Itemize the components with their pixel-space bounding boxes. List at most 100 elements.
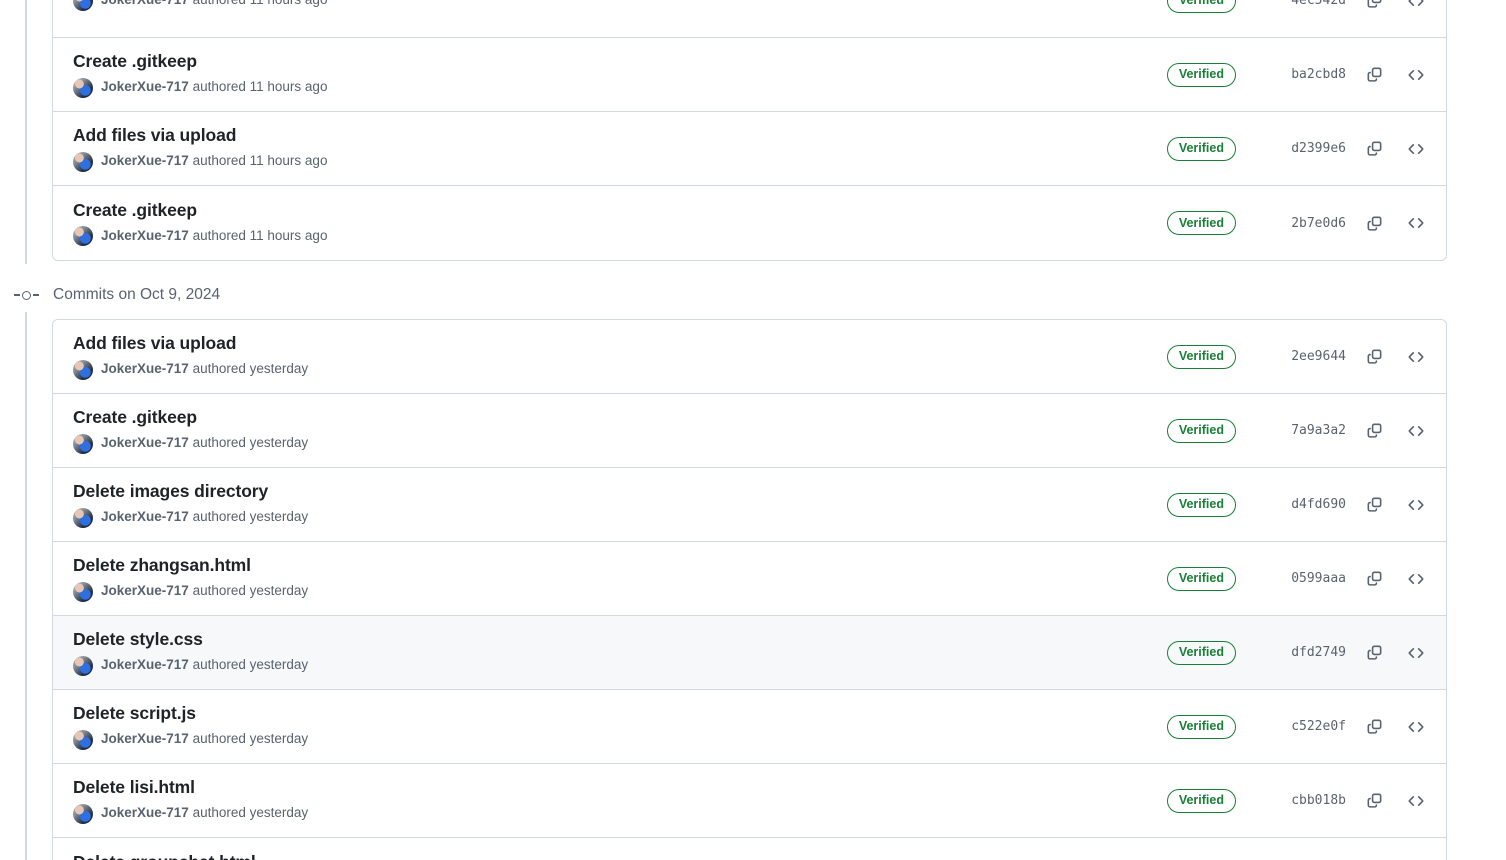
commit-title[interactable]: Create .gitkeep xyxy=(73,407,1167,427)
commit-sha[interactable]: c522e0f xyxy=(1254,719,1346,734)
avatar[interactable] xyxy=(73,655,93,676)
avatar[interactable] xyxy=(73,507,93,528)
copy-icon[interactable] xyxy=(1360,639,1388,667)
commit-main: Create .gitkeep JokerXue-717 authored 11 … xyxy=(73,51,1167,98)
commit-author-link[interactable]: JokerXue-717 xyxy=(101,435,189,450)
verified-badge[interactable]: Verified xyxy=(1166,714,1236,739)
copy-icon[interactable] xyxy=(1360,0,1388,15)
commit-timestamp: yesterday xyxy=(249,583,309,599)
verified-badge[interactable]: Verified xyxy=(1166,62,1236,87)
commit-sha[interactable]: ba2cbd8 xyxy=(1254,67,1346,82)
avatar[interactable] xyxy=(73,359,93,380)
avatar[interactable] xyxy=(73,729,93,750)
verified-badge[interactable]: Verified xyxy=(1166,0,1236,13)
commit-title[interactable]: Delete style.css xyxy=(73,629,1167,649)
code-icon[interactable] xyxy=(1402,491,1430,519)
commit-row[interactable]: Delete zhangsan.html JokerXue-717 authore… xyxy=(53,542,1446,616)
copy-icon[interactable] xyxy=(1360,417,1388,445)
verified-badge[interactable]: Verified xyxy=(1166,566,1236,591)
commit-author-link[interactable]: JokerXue-717 xyxy=(101,509,189,524)
code-icon[interactable] xyxy=(1402,135,1430,163)
commit-meta: JokerXue-717 authored 11 hours ago xyxy=(73,226,1167,247)
copy-icon[interactable] xyxy=(1360,787,1388,815)
commit-author-link[interactable]: JokerXue-717 xyxy=(101,805,189,820)
commit-title[interactable]: Delete script.js xyxy=(73,703,1167,723)
commit-row[interactable]: Delete lisi.html JokerXue-717 authored ye… xyxy=(53,764,1446,838)
commit-row[interactable]: Delete images directory JokerXue-717 auth… xyxy=(53,468,1446,542)
avatar[interactable] xyxy=(73,226,93,247)
code-icon[interactable] xyxy=(1402,787,1430,815)
commit-row[interactable]: Delete groupchat.htmlJokerXue-717 author… xyxy=(53,838,1446,860)
avatar[interactable] xyxy=(73,803,93,824)
commit-actions: Verified 4ec542d xyxy=(1166,0,1430,15)
commit-row[interactable]: JokerXue-717 authored 11 hours ago Verifi… xyxy=(53,0,1446,38)
commit-row[interactable]: Create .gitkeep JokerXue-717 authored 11 … xyxy=(53,38,1446,112)
commit-title[interactable]: Create .gitkeep xyxy=(73,200,1167,220)
commit-sha[interactable]: 0599aaa xyxy=(1254,571,1346,586)
commit-author-link[interactable]: JokerXue-717 xyxy=(101,361,189,376)
copy-icon[interactable] xyxy=(1360,209,1388,237)
commit-title[interactable]: Delete images directory xyxy=(73,481,1167,501)
commit-row[interactable]: Create .gitkeep JokerXue-717 authored yes… xyxy=(53,394,1446,468)
commit-author-link[interactable]: JokerXue-717 xyxy=(101,583,189,598)
commit-row[interactable]: Create .gitkeep JokerXue-717 authored 11 … xyxy=(53,186,1446,260)
commit-sha[interactable]: 4ec542d xyxy=(1254,0,1346,8)
commit-sha[interactable]: dfd2749 xyxy=(1254,645,1346,660)
commit-meta: JokerXue-717 authored yesterday xyxy=(73,655,1167,676)
verified-badge[interactable]: Verified xyxy=(1166,492,1236,517)
commit-title[interactable]: Add files via upload xyxy=(73,125,1167,145)
copy-icon[interactable] xyxy=(1360,491,1388,519)
code-icon[interactable] xyxy=(1402,209,1430,237)
verified-badge[interactable]: Verified xyxy=(1166,418,1236,443)
code-icon[interactable] xyxy=(1402,565,1430,593)
commit-row[interactable]: Add files via upload JokerXue-717 authore… xyxy=(53,320,1446,394)
avatar[interactable] xyxy=(73,433,93,454)
commit-author-link[interactable]: JokerXue-717 xyxy=(101,153,189,168)
copy-icon[interactable] xyxy=(1360,135,1388,163)
code-icon[interactable] xyxy=(1402,61,1430,89)
commit-author-link[interactable]: JokerXue-717 xyxy=(101,0,189,7)
copy-icon[interactable] xyxy=(1360,713,1388,741)
avatar[interactable] xyxy=(73,0,93,11)
commit-author-link[interactable]: JokerXue-717 xyxy=(101,228,189,243)
commit-meta: JokerXue-717 authored 11 hours ago xyxy=(73,151,1167,172)
code-icon[interactable] xyxy=(1402,343,1430,371)
verified-badge[interactable]: Verified xyxy=(1166,136,1236,161)
commit-row[interactable]: Delete style.css JokerXue-717 authored ye… xyxy=(53,616,1446,690)
commit-sha[interactable]: d2399e6 xyxy=(1254,141,1346,156)
commit-title[interactable]: Delete zhangsan.html xyxy=(73,555,1167,575)
commit-actions: Verified cbb018b xyxy=(1166,787,1430,815)
code-icon[interactable] xyxy=(1402,639,1430,667)
copy-icon[interactable] xyxy=(1360,343,1388,371)
commit-sha[interactable]: d4fd690 xyxy=(1254,497,1346,512)
commit-author-link[interactable]: JokerXue-717 xyxy=(101,79,189,94)
commit-sha[interactable]: cbb018b xyxy=(1254,793,1346,808)
code-icon[interactable] xyxy=(1402,417,1430,445)
commit-sha[interactable]: 7a9a3a2 xyxy=(1254,423,1346,438)
verified-badge[interactable]: Verified xyxy=(1166,344,1236,369)
commit-title[interactable]: Add files via upload xyxy=(73,333,1167,353)
commit-timestamp: yesterday xyxy=(249,361,309,377)
commit-authored-label: authored xyxy=(193,0,246,7)
commit-title[interactable]: Delete lisi.html xyxy=(73,777,1167,797)
verified-badge[interactable]: Verified xyxy=(1166,788,1236,813)
commit-title[interactable]: Delete groupchat.html xyxy=(73,852,1167,860)
timeline-rail-upper xyxy=(25,0,27,264)
copy-icon[interactable] xyxy=(1360,565,1388,593)
avatar[interactable] xyxy=(73,77,93,98)
commit-author-link[interactable]: JokerXue-717 xyxy=(101,657,189,672)
commit-title[interactable]: Create .gitkeep xyxy=(73,51,1167,71)
avatar[interactable] xyxy=(73,581,93,602)
commit-sha[interactable]: 2ee9644 xyxy=(1254,349,1346,364)
commit-row[interactable]: Delete script.js JokerXue-717 authored ye… xyxy=(53,690,1446,764)
avatar[interactable] xyxy=(73,151,93,172)
commit-row[interactable]: Add files via upload JokerXue-717 authore… xyxy=(53,112,1446,186)
code-icon[interactable] xyxy=(1402,0,1430,15)
code-icon[interactable] xyxy=(1402,713,1430,741)
copy-icon[interactable] xyxy=(1360,61,1388,89)
verified-badge[interactable]: Verified xyxy=(1166,640,1236,665)
commit-author-link[interactable]: JokerXue-717 xyxy=(101,731,189,746)
verified-badge[interactable]: Verified xyxy=(1166,211,1236,235)
commit-sha[interactable]: 2b7e0d6 xyxy=(1254,216,1346,231)
commit-meta: JokerXue-717 authored 11 hours ago xyxy=(73,77,1167,98)
